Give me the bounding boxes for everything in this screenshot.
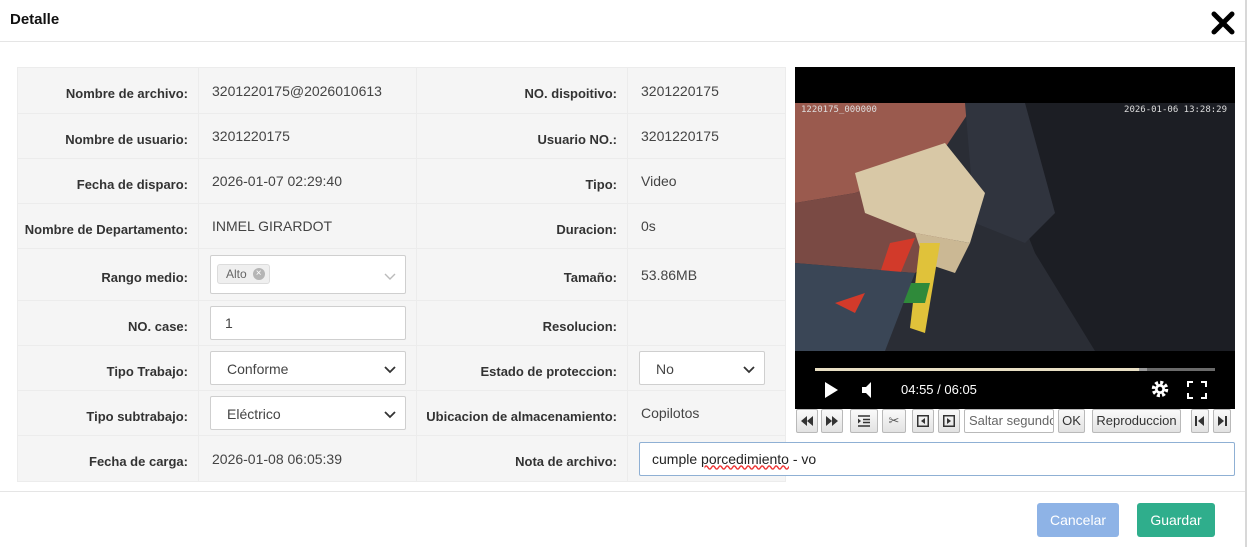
ok-button[interactable]: OK (1058, 409, 1085, 433)
note-text-part: cumple (652, 450, 702, 467)
skip-end-button[interactable] (1213, 409, 1231, 433)
label-upload-date: Fecha de carga: (17, 435, 199, 482)
fast-forward-icon (826, 416, 838, 426)
skip-start-icon (1195, 416, 1204, 426)
label-file-name: Nombre de archivo: (17, 67, 199, 114)
modal-footer: Cancelar Guardar (0, 491, 1245, 547)
label-trigger-date: Fecha de disparo: (17, 158, 199, 204)
value-department: INMEL GIRARDOT (198, 203, 417, 249)
label-resolution: Resolucion: (416, 300, 628, 346)
chevron-down-icon (384, 273, 396, 280)
playback-speed-button[interactable]: Reproduccion (1092, 409, 1181, 433)
video-progress-bar[interactable] (815, 368, 1215, 371)
chevron-down-icon (743, 366, 755, 374)
cancel-button[interactable]: Cancelar (1037, 503, 1119, 537)
table-row: Fecha de carga: 2026-01-08 06:05:39 Nota… (17, 435, 1235, 482)
indent-icon (858, 415, 870, 427)
label-department: Nombre de Departamento: (17, 203, 199, 249)
table-row: Rango medio: Alto × Tamaño: 53.86MB (17, 248, 786, 301)
modal-header: Detalle (0, 0, 1245, 42)
value-trigger-date: 2026-01-07 02:29:40 (198, 158, 417, 204)
play-icon[interactable] (823, 381, 839, 399)
rewind-icon (801, 416, 813, 426)
label-size: Tamaño: (416, 248, 628, 301)
label-work-type: Tipo Trabajo: (17, 345, 199, 391)
video-player[interactable]: 1220175_000000 2026-01-06 13:28:29 04:55… (795, 67, 1235, 409)
value-user-no: 3201220175 (627, 113, 786, 159)
value-upload-date: 2026-01-08 06:05:39 (198, 435, 417, 482)
chevron-down-icon (384, 366, 396, 374)
protection-state-value: No (656, 361, 674, 377)
close-button[interactable] (1209, 9, 1237, 37)
remove-tag-icon[interactable]: × (252, 268, 265, 280)
progress-fill (815, 368, 1139, 371)
value-device-no: 3201220175 (627, 67, 786, 114)
video-time: 04:55 / 06:05 (901, 382, 977, 397)
work-type-value: Conforme (227, 361, 289, 377)
file-note-input[interactable]: cumple porcedimiento - vo (639, 441, 1235, 476)
rewind-button[interactable] (796, 409, 818, 433)
cut-button[interactable]: ✂ (882, 409, 906, 433)
save-button[interactable]: Guardar (1137, 503, 1215, 537)
value-duration: 0s (627, 203, 786, 249)
next-frame-button[interactable] (938, 409, 960, 433)
chevron-down-icon (384, 411, 396, 419)
work-type-select[interactable]: Conforme (210, 351, 406, 385)
note-text-misspelled: porcedimiento (701, 450, 789, 467)
details-table: Nombre de archivo: 3201220175@2026010613… (17, 67, 1235, 482)
protection-state-select[interactable]: No (639, 351, 765, 385)
label-protection-state: Estado de proteccion: (416, 345, 628, 391)
label-risk-range: Rango medio: (17, 248, 199, 301)
gear-icon[interactable] (1150, 379, 1170, 399)
progress-buffer (1139, 368, 1147, 371)
value-storage-location: Copilotos (627, 390, 786, 436)
value-size: 53.86MB (627, 248, 786, 301)
next-frame-icon (943, 415, 955, 427)
subwork-type-select[interactable]: Eléctrico (210, 396, 406, 430)
skip-start-button[interactable] (1191, 409, 1209, 433)
skip-end-icon (1218, 416, 1227, 426)
table-row: Tipo subtrabajo: Eléctrico Ubicacion de … (17, 390, 786, 436)
scissors-icon: ✂ (888, 413, 900, 428)
value-resolution (627, 300, 786, 346)
volume-icon[interactable] (861, 381, 879, 399)
risk-range-select[interactable]: Alto × (210, 255, 406, 294)
tag-label: Alto (226, 267, 247, 281)
selected-tag: Alto × (217, 264, 270, 284)
label-type: Tipo: (416, 158, 628, 204)
close-icon (1211, 11, 1235, 35)
label-user-name: Nombre de usuario: (17, 113, 199, 159)
value-file-name: 3201220175@2026010613 (198, 67, 417, 114)
seek-seconds-input[interactable]: Saltar segundo (964, 409, 1054, 433)
value-type: Video (627, 158, 786, 204)
fast-forward-button[interactable] (821, 409, 843, 433)
label-case-no: NO. case: (17, 300, 199, 346)
fullscreen-icon[interactable] (1187, 381, 1207, 399)
note-text-part: - vo (788, 450, 817, 467)
label-subwork-type: Tipo subtrabajo: (17, 390, 199, 436)
table-row: Fecha de disparo: 2026-01-07 02:29:40 Ti… (17, 158, 786, 204)
osd-camera-id: 1220175_000000 (801, 105, 877, 115)
label-duration: Duracion: (416, 203, 628, 249)
playback-toolbar: ✂ Saltar segundo OK Reproduccion (795, 409, 1235, 433)
table-row: Nombre de Departamento: INMEL GIRARDOT D… (17, 203, 786, 249)
label-file-note: Nota de archivo: (416, 435, 628, 482)
video-frame (795, 103, 1235, 351)
table-row: Nombre de usuario: 3201220175 Usuario NO… (17, 113, 786, 159)
prev-frame-icon (917, 415, 929, 427)
prev-frame-button[interactable] (912, 409, 934, 433)
indent-button[interactable] (850, 409, 878, 433)
label-device-no: NO. dispoitivo: (416, 67, 628, 114)
osd-timestamp: 2026-01-06 13:28:29 (1124, 105, 1227, 115)
table-row: NO. case: 1 Resolucion: (17, 300, 786, 346)
table-row: Tipo Trabajo: Conforme Estado de protecc… (17, 345, 786, 391)
value-user-name: 3201220175 (198, 113, 417, 159)
label-storage-location: Ubicacion de almacenamiento: (416, 390, 628, 436)
label-user-no: Usuario NO.: (416, 113, 628, 159)
table-row: Nombre de archivo: 3201220175@2026010613… (17, 67, 786, 114)
case-no-input[interactable]: 1 (210, 306, 406, 340)
dialog-title: Detalle (10, 11, 60, 28)
subwork-type-value: Eléctrico (227, 406, 281, 422)
